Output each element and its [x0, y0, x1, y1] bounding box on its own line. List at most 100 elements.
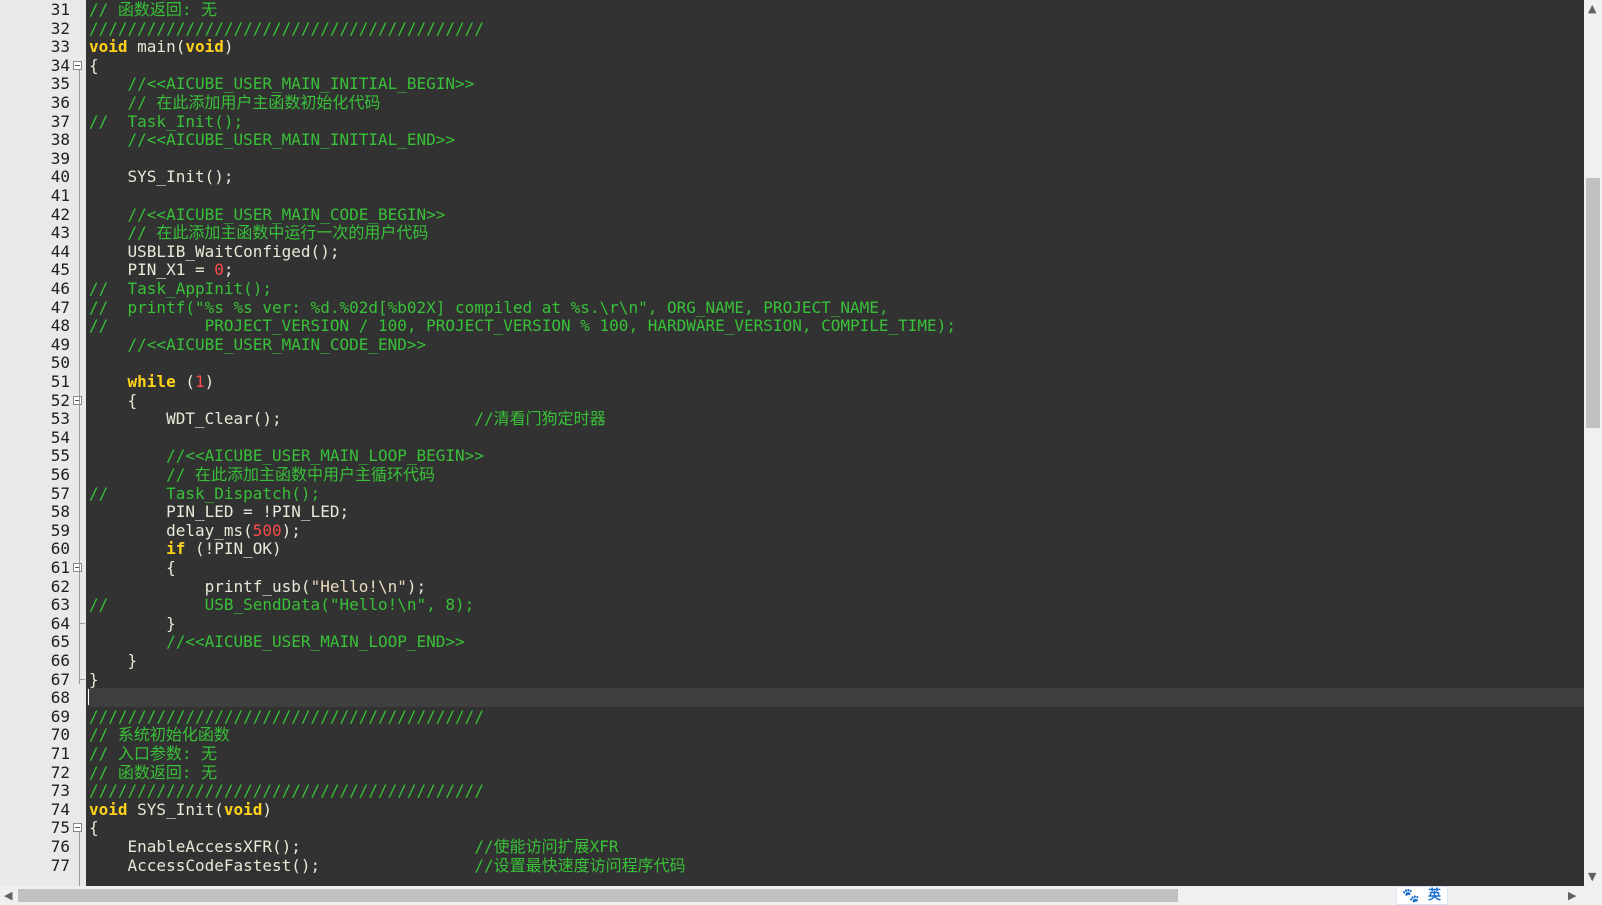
code-line[interactable]: printf_usb("Hello!\n"); — [89, 577, 427, 596]
code-line[interactable]: while (1) — [89, 372, 215, 391]
code-line[interactable]: if (!PIN_OK) — [89, 539, 282, 558]
line-number[interactable]: 56 — [0, 465, 70, 484]
code-line[interactable]: // 系统初始化函数 — [89, 725, 230, 744]
code-line[interactable]: ////////////////////////////////////////… — [89, 707, 484, 726]
fold-toggle-icon[interactable] — [73, 60, 82, 70]
code-line[interactable]: // 在此添加主函数中运行一次的用户代码 — [89, 223, 429, 242]
code-line[interactable]: AccessCodeFastest(); //设置最快速度访问程序代码 — [89, 856, 686, 875]
line-number[interactable]: 45 — [0, 260, 70, 279]
vertical-scrollbar[interactable]: ▲ ▼ — [1584, 0, 1602, 886]
line-number[interactable]: 54 — [0, 428, 70, 447]
code-line[interactable]: void main(void) — [89, 37, 234, 56]
line-number[interactable]: 69 — [0, 707, 70, 726]
code-line[interactable]: { — [89, 558, 176, 577]
line-number[interactable]: 72 — [0, 763, 70, 782]
line-number[interactable]: 40 — [0, 167, 70, 186]
line-number[interactable]: 68 — [0, 688, 70, 707]
line-number[interactable]: 59 — [0, 521, 70, 540]
line-number[interactable]: 41 — [0, 186, 70, 205]
code-line[interactable]: } — [89, 651, 138, 670]
fold-toggle-icon[interactable] — [73, 563, 82, 572]
code-line[interactable]: } — [89, 614, 176, 633]
code-line[interactable]: ////////////////////////////////////////… — [89, 19, 484, 38]
line-number[interactable]: 33 — [0, 37, 70, 56]
code-line[interactable]: //<<AICUBE_USER_MAIN_LOOP_END>> — [89, 632, 465, 651]
line-number[interactable]: 42 — [0, 205, 70, 224]
line-number[interactable]: 64 — [0, 614, 70, 633]
vertical-scroll-thumb[interactable] — [1586, 178, 1600, 428]
line-number[interactable]: 39 — [0, 149, 70, 168]
line-number[interactable]: 53 — [0, 409, 70, 428]
scroll-left-icon[interactable]: ◀ — [4, 889, 12, 902]
code-line[interactable]: void SYS_Init(void) — [89, 800, 272, 819]
code-line[interactable]: //<<AICUBE_USER_MAIN_CODE_END>> — [89, 335, 427, 354]
line-number[interactable]: 63 — [0, 595, 70, 614]
line-number[interactable]: 55 — [0, 446, 70, 465]
code-editor[interactable]: 31 // 函数返回: 无 32 //////////////////////////… — [0, 0, 1584, 886]
code-line[interactable]: // PROJECT_VERSION / 100, PROJECT_VERSIO… — [89, 316, 956, 335]
code-line[interactable]: { — [89, 56, 99, 75]
line-number[interactable]: 73 — [0, 781, 70, 800]
line-number[interactable]: 62 — [0, 577, 70, 596]
line-number[interactable]: 37 — [0, 112, 70, 131]
code-line[interactable]: // Task_AppInit(); — [89, 279, 272, 298]
code-line[interactable]: // Task_Init(); — [89, 112, 243, 131]
code-line[interactable]: PIN_LED = !PIN_LED; — [89, 502, 349, 521]
code-line[interactable]: //<<AICUBE_USER_MAIN_LOOP_BEGIN>> — [89, 446, 484, 465]
line-number[interactable]: 46 — [0, 279, 70, 298]
line-number[interactable]: 61 — [0, 558, 70, 577]
line-number[interactable]: 43 — [0, 223, 70, 242]
line-number[interactable]: 60 — [0, 539, 70, 558]
line-number[interactable]: 35 — [0, 74, 70, 93]
line-number[interactable]: 44 — [0, 242, 70, 261]
horizontal-scrollbar[interactable]: ◀ ▶ — [0, 886, 1584, 905]
code-line[interactable]: //<<AICUBE_USER_MAIN_INITIAL_END>> — [89, 130, 456, 149]
fold-toggle-icon[interactable] — [73, 823, 82, 833]
code-line[interactable]: USBLIB_WaitConfiged(); — [89, 242, 340, 261]
line-number[interactable]: 51 — [0, 372, 70, 391]
code-line[interactable]: EnableAccessXFR(); //使能访问扩展XFR — [89, 837, 619, 856]
line-number[interactable]: 77 — [0, 856, 70, 875]
code-line[interactable]: } — [89, 670, 99, 689]
line-number[interactable]: 48 — [0, 316, 70, 335]
horizontal-scroll-thumb[interactable] — [18, 889, 1178, 902]
line-number[interactable]: 34 — [0, 56, 70, 75]
line-number[interactable]: 47 — [0, 298, 70, 317]
code-line[interactable]: // 函数返回: 无 — [89, 0, 217, 19]
line-number[interactable]: 71 — [0, 744, 70, 763]
line-number[interactable]: 67 — [0, 670, 70, 689]
code-line[interactable]: SYS_Init(); — [89, 167, 234, 186]
code-line[interactable]: // USB_SendData("Hello!\n", 8); — [89, 595, 474, 614]
code-line[interactable]: // Task_Dispatch(); — [89, 484, 320, 503]
code-line[interactable]: // 在此添加主函数中用户主循环代码 — [89, 465, 435, 484]
code-line[interactable]: // 入口参数: 无 — [89, 744, 217, 763]
code-line[interactable]: { — [89, 391, 138, 410]
line-number[interactable]: 57 — [0, 484, 70, 503]
code-line[interactable]: // printf("%s %s ver: %d.%02d[%b02X] com… — [89, 298, 889, 317]
code-line[interactable]: WDT_Clear(); //清看门狗定时器 — [89, 409, 606, 428]
line-number[interactable]: 74 — [0, 800, 70, 819]
line-number[interactable]: 58 — [0, 502, 70, 521]
code-line[interactable]: PIN_X1 = 0; — [89, 260, 234, 279]
code-line[interactable]: delay_ms(500); — [89, 521, 301, 540]
code-line[interactable]: // 在此添加用户主函数初始化代码 — [89, 93, 381, 112]
code-line[interactable]: // 函数返回: 无 — [89, 763, 217, 782]
code-line[interactable]: //<<AICUBE_USER_MAIN_INITIAL_BEGIN>> — [89, 74, 475, 93]
line-number[interactable]: 52 — [0, 391, 70, 410]
line-number[interactable]: 66 — [0, 651, 70, 670]
line-number[interactable]: 36 — [0, 93, 70, 112]
line-number[interactable]: 32 — [0, 19, 70, 38]
line-number[interactable]: 31 — [0, 0, 70, 19]
line-number[interactable]: 38 — [0, 130, 70, 149]
line-number[interactable]: 50 — [0, 353, 70, 372]
fold-toggle-icon[interactable] — [73, 395, 82, 405]
line-number[interactable]: 65 — [0, 632, 70, 651]
line-number[interactable]: 75 — [0, 818, 70, 837]
line-number[interactable]: 70 — [0, 725, 70, 744]
scroll-down-icon[interactable]: ▼ — [1588, 870, 1596, 883]
code-line[interactable]: ////////////////////////////////////////… — [89, 781, 484, 800]
ime-status-indicator[interactable]: 🐾 英 — [1396, 886, 1448, 905]
scroll-right-icon[interactable]: ▶ — [1568, 889, 1576, 902]
scroll-up-icon[interactable]: ▲ — [1588, 2, 1596, 15]
line-number[interactable]: 76 — [0, 837, 70, 856]
